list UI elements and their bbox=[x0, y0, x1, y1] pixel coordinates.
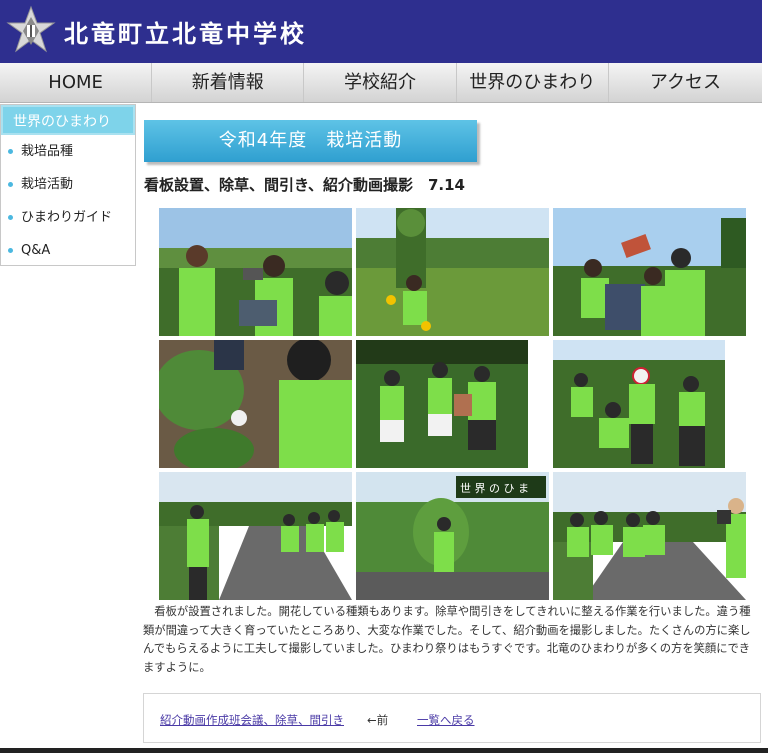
photo-field-worker bbox=[356, 208, 549, 336]
photo-grid: 世 界 の ひ ま bbox=[159, 208, 748, 600]
sidebar-item-label: ひまわりガイド bbox=[21, 210, 113, 225]
bullet-icon bbox=[8, 182, 13, 187]
sidebar-item-varieties[interactable]: 栽培品種 bbox=[1, 135, 135, 168]
article-pager: 紹介動画作成班会議、除草、間引き ←前 一覧へ戻る bbox=[143, 693, 761, 743]
sidebar-item-qa[interactable]: Q&A bbox=[1, 234, 135, 267]
photo-group-with-board bbox=[356, 340, 528, 468]
sidebar-item-label: 栽培活動 bbox=[21, 177, 74, 192]
bullet-icon bbox=[8, 149, 13, 154]
site-header: 北竜町立北竜中学校 bbox=[0, 0, 762, 63]
sidebar-item-label: Q&A bbox=[21, 243, 51, 258]
nav-news[interactable]: 新着情報 bbox=[152, 63, 305, 102]
site-title[interactable]: 北竜町立北竜中学校 bbox=[64, 14, 307, 49]
nav-about[interactable]: 学校紹介 bbox=[304, 63, 457, 102]
photo-sign-installation bbox=[159, 208, 352, 336]
sidebar: 世界のひまわり 栽培品種 栽培活動 ひまわりガイド Q&A bbox=[0, 104, 136, 266]
photo-filming-path bbox=[553, 472, 746, 600]
sidebar-item-activities[interactable]: 栽培活動 bbox=[1, 168, 135, 201]
nav-sunflowers[interactable]: 世界のひまわり bbox=[457, 63, 609, 102]
sidebar-item-label: 栽培品種 bbox=[21, 144, 74, 159]
page-banner: 令和4年度 栽培活動 bbox=[144, 120, 477, 162]
school-crest-icon[interactable] bbox=[6, 5, 56, 57]
photo-thinning bbox=[159, 340, 352, 468]
photo-path-group bbox=[159, 472, 352, 600]
prev-label: ←前 bbox=[367, 713, 389, 727]
bullet-icon bbox=[8, 248, 13, 253]
bullet-icon bbox=[8, 215, 13, 220]
article-caption: 看板が設置されました。開花している種類もあります。除草や間引きをしてきれいに整え… bbox=[143, 605, 751, 674]
bottom-divider bbox=[0, 748, 768, 753]
sidebar-heading: 世界のひまわり bbox=[1, 105, 135, 135]
article-headline: 看板設置、除草、間引き、紹介動画撮影 7.14 bbox=[144, 176, 465, 194]
back-to-list-link[interactable]: 一覧へ戻る bbox=[417, 712, 475, 728]
prev-article-link[interactable]: 紹介動画作成班会議、除草、間引き bbox=[160, 712, 344, 728]
photo-filming-group bbox=[553, 340, 725, 468]
sidebar-item-guide[interactable]: ひまわりガイド bbox=[1, 201, 135, 234]
nav-home[interactable]: HOME bbox=[0, 63, 153, 102]
nav-access[interactable]: アクセス bbox=[609, 63, 762, 102]
photo-sunflower-sign: 世 界 の ひ ま bbox=[356, 472, 549, 600]
photo-sign-hammering bbox=[553, 208, 746, 336]
photo-sign-text: 世 界 の ひ ま bbox=[460, 482, 529, 495]
main-nav: HOME 新着情報 学校紹介 世界のひまわり アクセス bbox=[0, 63, 762, 103]
